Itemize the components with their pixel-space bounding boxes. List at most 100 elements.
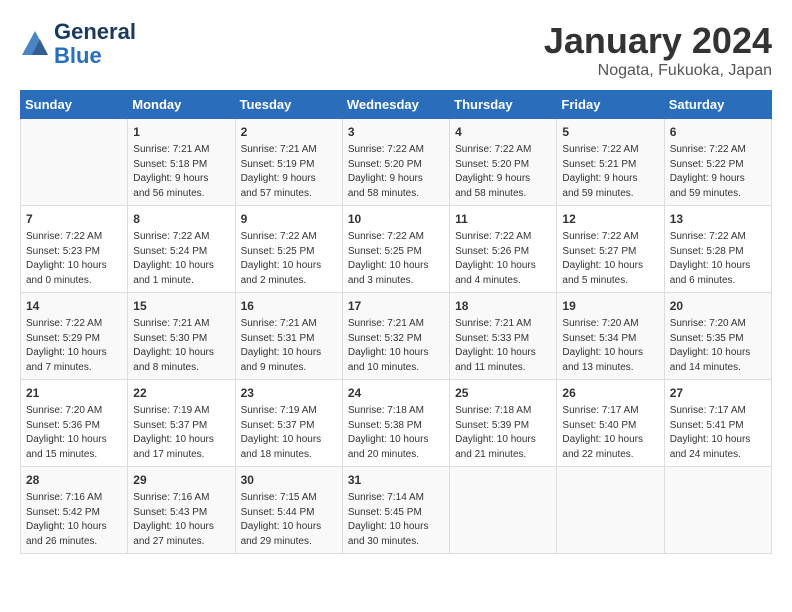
day-number: 9 [241,210,337,228]
day-info: Sunrise: 7:16 AMSunset: 5:43 PMDaylight:… [133,491,229,549]
day-number: 20 [670,297,766,315]
logo-general: General [54,20,136,44]
day-number: 31 [348,471,444,489]
day-info: Sunrise: 7:22 AMSunset: 5:20 PMDaylight:… [455,143,551,201]
day-info: Sunrise: 7:22 AMSunset: 5:23 PMDaylight:… [26,230,122,288]
day-number: 12 [562,210,658,228]
calendar-cell: 25 Sunrise: 7:18 AMSunset: 5:39 PMDayligh… [450,380,557,467]
col-header-thursday: Thursday [450,91,557,119]
week-row-3: 14 Sunrise: 7:22 AMSunset: 5:29 PMDayligh… [21,293,772,380]
day-number: 23 [241,384,337,402]
col-header-wednesday: Wednesday [342,91,449,119]
col-header-saturday: Saturday [664,91,771,119]
day-info: Sunrise: 7:17 AMSunset: 5:40 PMDaylight:… [562,404,658,462]
week-row-2: 7 Sunrise: 7:22 AMSunset: 5:23 PMDaylight… [21,206,772,293]
calendar-cell: 29 Sunrise: 7:16 AMSunset: 5:43 PMDayligh… [128,467,235,554]
calendar-table: SundayMondayTuesdayWednesdayThursdayFrid… [20,90,772,554]
calendar-cell: 30 Sunrise: 7:15 AMSunset: 5:44 PMDayligh… [235,467,342,554]
calendar-cell: 23 Sunrise: 7:19 AMSunset: 5:37 PMDayligh… [235,380,342,467]
day-info: Sunrise: 7:20 AMSunset: 5:34 PMDaylight:… [562,317,658,375]
calendar-cell [21,119,128,206]
calendar-cell: 22Sunrise: 7:19 AMSunset: 5:37 PMDayligh… [128,380,235,467]
calendar-cell: 16Sunrise: 7:21 AMSunset: 5:31 PMDayligh… [235,293,342,380]
calendar-cell: 14 Sunrise: 7:22 AMSunset: 5:29 PMDayligh… [21,293,128,380]
calendar-cell: 3 Sunrise: 7:22 AMSunset: 5:20 PMDaylight… [342,119,449,206]
day-info: Sunrise: 7:22 AMSunset: 5:28 PMDaylight:… [670,230,766,288]
day-number: 10 [348,210,444,228]
day-info: Sunrise: 7:18 AMSunset: 5:39 PMDaylight:… [455,404,551,462]
day-number: 13 [670,210,766,228]
day-number: 24 [348,384,444,402]
day-number: 22 [133,384,229,402]
header-row: SundayMondayTuesdayWednesdayThursdayFrid… [21,91,772,119]
calendar-cell: 15 Sunrise: 7:21 AMSunset: 5:30 PMDayligh… [128,293,235,380]
day-info: Sunrise: 7:22 AMSunset: 5:24 PMDaylight:… [133,230,229,288]
day-info: Sunrise: 7:22 AMSunset: 5:20 PMDaylight:… [348,143,444,201]
day-info: Sunrise: 7:18 AMSunset: 5:38 PMDaylight:… [348,404,444,462]
day-info: Sunrise: 7:22 AMSunset: 5:29 PMDaylight:… [26,317,122,375]
calendar-cell: 17 Sunrise: 7:21 AMSunset: 5:32 PMDayligh… [342,293,449,380]
col-header-monday: Monday [128,91,235,119]
day-number: 29 [133,471,229,489]
calendar-cell: 6Sunrise: 7:22 AMSunset: 5:22 PMDaylight… [664,119,771,206]
calendar-cell [664,467,771,554]
calendar-cell [557,467,664,554]
calendar-cell: 18 Sunrise: 7:21 AMSunset: 5:33 PMDayligh… [450,293,557,380]
day-number: 18 [455,297,551,315]
day-info: Sunrise: 7:22 AMSunset: 5:27 PMDaylight:… [562,230,658,288]
calendar-cell: 8 Sunrise: 7:22 AMSunset: 5:24 PMDaylight… [128,206,235,293]
day-info: Sunrise: 7:21 AMSunset: 5:32 PMDaylight:… [348,317,444,375]
day-info: Sunrise: 7:20 AMSunset: 5:35 PMDaylight:… [670,317,766,375]
day-number: 14 [26,297,122,315]
calendar-cell: 7 Sunrise: 7:22 AMSunset: 5:23 PMDaylight… [21,206,128,293]
day-info: Sunrise: 7:17 AMSunset: 5:41 PMDaylight:… [670,404,766,462]
calendar-cell: 1 Sunrise: 7:21 AMSunset: 5:18 PMDaylight… [128,119,235,206]
day-number: 28 [26,471,122,489]
week-row-5: 28 Sunrise: 7:16 AMSunset: 5:42 PMDayligh… [21,467,772,554]
calendar-cell: 31 Sunrise: 7:14 AMSunset: 5:45 PMDayligh… [342,467,449,554]
calendar-cell: 27 Sunrise: 7:17 AMSunset: 5:41 PMDayligh… [664,380,771,467]
col-header-tuesday: Tuesday [235,91,342,119]
day-info: Sunrise: 7:21 AMSunset: 5:33 PMDaylight:… [455,317,551,375]
day-info: Sunrise: 7:14 AMSunset: 5:45 PMDaylight:… [348,491,444,549]
day-info: Sunrise: 7:16 AMSunset: 5:42 PMDaylight:… [26,491,122,549]
day-info: Sunrise: 7:22 AMSunset: 5:21 PMDaylight:… [562,143,658,201]
day-number: 16 [241,297,337,315]
calendar-cell: 19Sunrise: 7:20 AMSunset: 5:34 PMDayligh… [557,293,664,380]
day-number: 26 [562,384,658,402]
day-info: Sunrise: 7:21 AMSunset: 5:18 PMDaylight:… [133,143,229,201]
calendar-cell: 28 Sunrise: 7:16 AMSunset: 5:42 PMDayligh… [21,467,128,554]
location: Nogata, Fukuoka, Japan [544,62,772,80]
calendar-cell: 13 Sunrise: 7:22 AMSunset: 5:28 PMDayligh… [664,206,771,293]
day-info: Sunrise: 7:22 AMSunset: 5:25 PMDaylight:… [348,230,444,288]
day-number: 1 [133,123,229,141]
week-row-1: 1 Sunrise: 7:21 AMSunset: 5:18 PMDaylight… [21,119,772,206]
day-number: 17 [348,297,444,315]
title-block: January 2024 Nogata, Fukuoka, Japan [544,20,772,80]
calendar-cell: 5Sunrise: 7:22 AMSunset: 5:21 PMDaylight… [557,119,664,206]
day-info: Sunrise: 7:21 AMSunset: 5:30 PMDaylight:… [133,317,229,375]
day-info: Sunrise: 7:22 AMSunset: 5:26 PMDaylight:… [455,230,551,288]
day-info: Sunrise: 7:15 AMSunset: 5:44 PMDaylight:… [241,491,337,549]
day-info: Sunrise: 7:22 AMSunset: 5:25 PMDaylight:… [241,230,337,288]
day-info: Sunrise: 7:19 AMSunset: 5:37 PMDaylight:… [241,404,337,462]
page-header: General Blue January 2024 Nogata, Fukuok… [20,20,772,80]
day-number: 27 [670,384,766,402]
logo-blue: Blue [54,44,136,68]
day-number: 15 [133,297,229,315]
day-number: 8 [133,210,229,228]
day-number: 3 [348,123,444,141]
logo: General Blue [20,20,136,68]
day-number: 2 [241,123,337,141]
day-info: Sunrise: 7:21 AMSunset: 5:19 PMDaylight:… [241,143,337,201]
day-number: 7 [26,210,122,228]
day-number: 30 [241,471,337,489]
day-number: 25 [455,384,551,402]
day-info: Sunrise: 7:20 AMSunset: 5:36 PMDaylight:… [26,404,122,462]
day-number: 6 [670,123,766,141]
calendar-cell: 21Sunrise: 7:20 AMSunset: 5:36 PMDayligh… [21,380,128,467]
calendar-cell: 11Sunrise: 7:22 AMSunset: 5:26 PMDayligh… [450,206,557,293]
calendar-cell: 4Sunrise: 7:22 AMSunset: 5:20 PMDaylight… [450,119,557,206]
month-title: January 2024 [544,20,772,62]
week-row-4: 21Sunrise: 7:20 AMSunset: 5:36 PMDayligh… [21,380,772,467]
